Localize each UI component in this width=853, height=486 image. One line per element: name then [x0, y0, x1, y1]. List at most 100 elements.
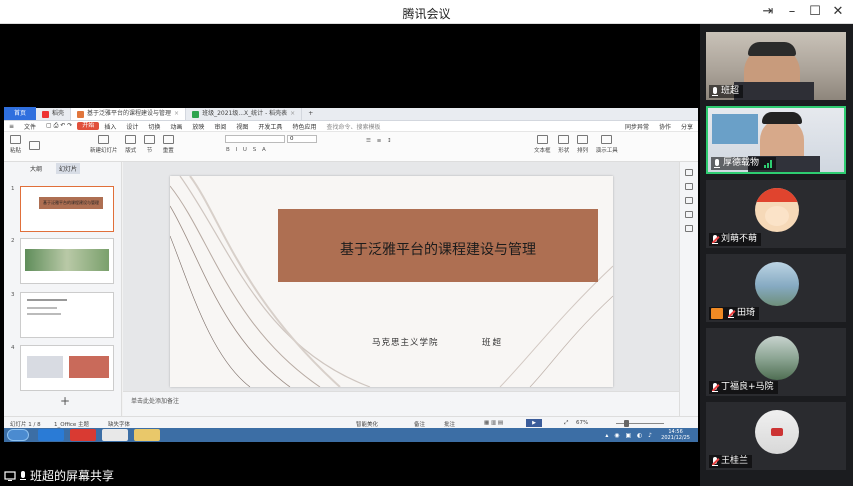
- italic-button[interactable]: I: [236, 147, 238, 153]
- share-button[interactable]: 分享: [676, 122, 698, 131]
- strikethrough-button[interactable]: S: [253, 147, 257, 153]
- quick-access-icons[interactable]: ▢ ⎙ ↶ ↷: [41, 122, 77, 130]
- participant-tile[interactable]: 班超: [706, 32, 846, 100]
- participant-name-tag: 王桂兰: [709, 455, 753, 468]
- layout-icon: [125, 135, 137, 144]
- add-slide-button[interactable]: +: [60, 394, 70, 408]
- align-icon[interactable]: ≡: [377, 138, 382, 144]
- mic-muted-icon: [711, 456, 720, 467]
- taskbar-app-wps[interactable]: [70, 429, 96, 441]
- taskbar-app-tencent-meeting[interactable]: [38, 429, 64, 441]
- sync-status[interactable]: 同步异常: [620, 122, 654, 131]
- backup-icon[interactable]: [685, 211, 693, 218]
- zoom-slider-handle[interactable]: [624, 420, 629, 427]
- underline-button[interactable]: U: [243, 147, 247, 153]
- new-tab-button[interactable]: +: [302, 108, 319, 120]
- tab-close-icon[interactable]: ×: [290, 108, 295, 120]
- paste-button[interactable]: 粘贴: [10, 135, 21, 154]
- participant-tile[interactable]: 王桂兰: [706, 402, 846, 470]
- status-bar: 幻灯片 1 / 8 1_Office 主题 缺失字体 智能美化 备注 批注 ▦ …: [4, 416, 698, 428]
- ppt-icon: [77, 110, 85, 118]
- play-slideshow-button[interactable]: ▶: [526, 419, 542, 427]
- textbox-button[interactable]: 文本框: [534, 135, 551, 154]
- notes-toggle[interactable]: 备注: [414, 420, 425, 428]
- bold-button[interactable]: B: [226, 147, 230, 153]
- shapes-button[interactable]: 形状: [558, 135, 569, 154]
- new-slide-icon: [98, 135, 110, 144]
- menu-design[interactable]: 设计: [121, 122, 143, 131]
- comment-icon[interactable]: [685, 197, 693, 204]
- current-slide[interactable]: 基于泛雅平台的课程建设与管理 马克思主义学院 班超: [170, 176, 613, 387]
- slide-subtitle: 马克思主义学院: [372, 338, 439, 348]
- participant-tile[interactable]: 厚德载物: [706, 106, 846, 174]
- menu-view[interactable]: 视图: [231, 122, 253, 131]
- menu-file[interactable]: 文件: [19, 122, 41, 131]
- presenter-icon: [601, 135, 613, 144]
- annotate-toggle[interactable]: 批注: [444, 420, 455, 428]
- menu-start[interactable]: 开始: [77, 122, 100, 130]
- missing-font[interactable]: 缺失字体: [108, 420, 130, 428]
- command-search[interactable]: 查找命令、搜索模板: [321, 122, 385, 131]
- shapes-icon: [558, 135, 570, 144]
- collaborate-button[interactable]: 协作: [654, 122, 676, 131]
- presenter-tools-button[interactable]: 演示工具: [596, 135, 618, 154]
- menu-features[interactable]: 特色应用: [287, 122, 321, 131]
- section-button[interactable]: 节: [144, 135, 156, 154]
- pin-icon[interactable]: ⇥: [757, 3, 779, 21]
- tab-presentation[interactable]: 基于泛雅平台的课程建设与管理 ×: [71, 108, 187, 120]
- participant-name-tag: 丁福良+马院: [709, 381, 778, 394]
- menu-transition[interactable]: 切换: [143, 122, 165, 131]
- animation-icon[interactable]: [685, 183, 693, 190]
- taskbar-app-explorer[interactable]: [134, 429, 160, 441]
- menu-hamburger-icon[interactable]: ≡: [4, 123, 19, 130]
- menu-developer[interactable]: 开发工具: [253, 122, 287, 131]
- menu-review[interactable]: 审阅: [209, 122, 231, 131]
- property-icon[interactable]: [685, 169, 693, 176]
- taskbar-app-chrome[interactable]: [102, 429, 128, 441]
- close-button[interactable]: ✕: [827, 3, 849, 21]
- reset-button[interactable]: 重置: [162, 135, 174, 154]
- maximize-button[interactable]: ☐: [804, 3, 826, 21]
- map-poster: [712, 114, 758, 144]
- smart-beautify-button[interactable]: 智能美化: [356, 420, 378, 428]
- system-tray-icons[interactable]: ▴ ◉ ▣ ◐ ♪: [605, 432, 654, 439]
- help-icon[interactable]: [685, 225, 693, 232]
- font-size-input[interactable]: 0: [287, 135, 317, 143]
- participant-name-tag: 班超: [709, 85, 744, 98]
- list-icon[interactable]: ☰: [366, 138, 371, 144]
- tab-daoke[interactable]: 稻壳: [36, 108, 72, 120]
- slide-thumbnail-4[interactable]: [20, 345, 114, 391]
- right-tool-rail: [679, 162, 698, 416]
- layout-button[interactable]: 版式: [125, 135, 136, 154]
- wps-home-tab[interactable]: 首页: [4, 107, 36, 120]
- participant-tile[interactable]: 刘萌不萌: [706, 180, 846, 248]
- tab-slides[interactable]: 幻灯片: [56, 162, 81, 174]
- windows-start-button[interactable]: [7, 429, 29, 441]
- menu-animation[interactable]: 动画: [165, 122, 187, 131]
- menu-insert[interactable]: 插入: [99, 122, 121, 131]
- slide-thumbnail-2[interactable]: [20, 238, 114, 284]
- thumb-number: 2: [11, 238, 15, 244]
- mic-icon: [713, 158, 721, 169]
- menu-slideshow[interactable]: 放映: [187, 122, 209, 131]
- new-slide-button[interactable]: 新建幻灯片: [90, 135, 118, 154]
- line-spacing-icon[interactable]: ↕: [387, 138, 392, 144]
- tab-outline[interactable]: 大纲: [30, 164, 42, 173]
- minimize-button[interactable]: –: [781, 3, 803, 21]
- participant-tile[interactable]: 丁福良+马院: [706, 328, 846, 396]
- font-name-input[interactable]: [225, 135, 285, 143]
- sheet-icon: [192, 110, 200, 118]
- tab-spreadsheet[interactable]: 班级_2021级...X_统计 - 稻壳表 ×: [186, 108, 303, 120]
- slide-thumbnail-1[interactable]: 基于泛雅平台的课程建设与管理: [20, 186, 114, 232]
- notes-pane[interactable]: 单击此处添加备注: [123, 391, 679, 416]
- arrange-button[interactable]: 排列: [577, 135, 588, 154]
- view-mode-icons[interactable]: ▦ ▥ ▤: [484, 420, 503, 426]
- participant-tile[interactable]: 田琦: [706, 254, 846, 322]
- fit-icon[interactable]: ⤢: [564, 420, 568, 427]
- taskbar-clock[interactable]: 14:56 2021/12/25: [661, 429, 690, 441]
- tab-close-icon[interactable]: ×: [174, 108, 179, 120]
- thumb-tabs: 大纲 幻灯片: [4, 162, 121, 174]
- font-color-button[interactable]: A: [262, 147, 266, 153]
- format-painter-button[interactable]: [28, 141, 40, 152]
- slide-thumbnail-3[interactable]: [20, 292, 114, 338]
